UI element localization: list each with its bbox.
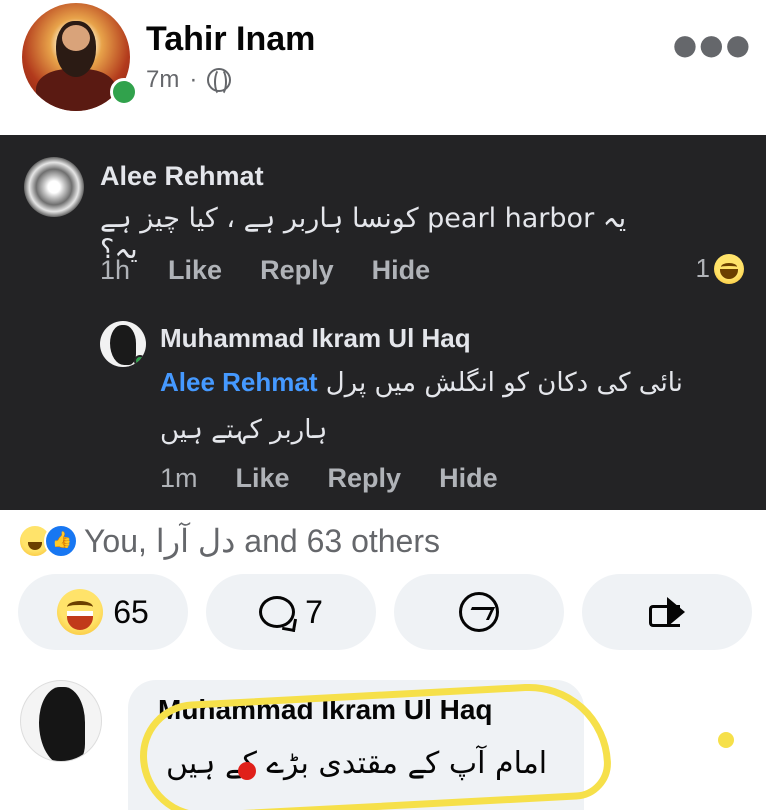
reply-reply-link: Reply [327,463,402,493]
commenter-avatar [24,157,84,217]
reply-avatar [100,321,146,367]
share-button[interactable] [582,574,752,650]
reply-like-link: Like [235,463,290,493]
like-link: Like [168,255,223,285]
globe-icon [207,68,232,96]
post-actions: 65 7 [18,574,766,650]
post-author-name[interactable]: Tahir Inam [146,20,315,59]
send-button[interactable] [394,574,564,650]
share-icon [647,597,687,627]
embedded-screenshot: Alee Rehmat یہ pearl harbor کونسا ہاربر … [0,135,766,510]
more-options-icon[interactable]: ●●● [673,28,752,61]
reply-author: Muhammad Ikram Ul Haq [160,323,471,353]
post-time[interactable]: 7m [146,66,179,94]
yellow-dot [718,732,734,748]
react-button[interactable]: 65 [18,574,188,650]
comment-count: 7 [305,593,323,630]
online-status-icon [110,78,138,106]
red-heart-mark [238,762,256,780]
reply-text-line1: Alee Rehmat نائی کی دکان کو انگلش میں پر… [160,367,683,398]
like-reaction-icon [44,524,78,558]
comment-icon [259,596,296,628]
comment-button[interactable]: 7 [206,574,376,650]
reaction-count: 65 [113,593,149,630]
reactions-summary[interactable]: You, دل آرا and 63 others [18,522,440,560]
post-meta: 7m · [146,66,232,96]
post-header: Tahir Inam 7m · ●●● [0,0,766,135]
reply-time: 1m [160,463,198,493]
hide-link: Hide [371,255,431,285]
comment-time: 1h [100,255,131,285]
haha-icon [57,589,104,635]
reply-text-line2: ہاربر کہتے ہیں [160,415,328,445]
reply-actions: 1m Like Reply Hide [160,463,498,494]
haha-icon [714,253,744,284]
comment-actions: 1h Like Reply Hide [100,255,430,286]
comment-author: Alee Rehmat [100,161,264,191]
meta-separator: · [189,66,198,93]
comment-reaction-count: 1 [696,253,744,284]
reply-hide-link: Hide [439,463,498,493]
reply-mention: Alee Rehmat [160,367,318,397]
bottom-commenter-avatar[interactable] [20,680,102,762]
messenger-icon [459,592,499,632]
reply-link: Reply [260,255,334,285]
reactions-text: You, دل آرا and 63 others [84,523,440,559]
